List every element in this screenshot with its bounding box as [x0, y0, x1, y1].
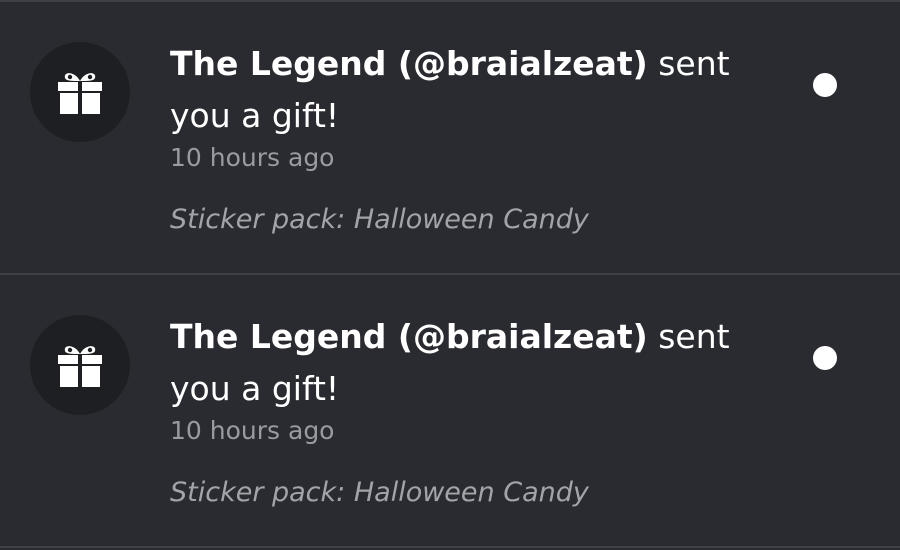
notification-content: The Legend (@braialzeat) sent you a gift…: [170, 38, 770, 238]
sender-name[interactable]: The Legend (@braialzeat): [170, 44, 648, 83]
notification-content: The Legend (@braialzeat) sent you a gift…: [170, 311, 770, 511]
gift-detail: Sticker pack: Halloween Candy: [170, 477, 589, 508]
gift-detail: Sticker pack: Halloween Candy: [170, 204, 589, 235]
unread-indicator: [813, 73, 837, 97]
notification-item[interactable]: The Legend (@braialzeat) sent you a gift…: [0, 275, 900, 545]
sender-name[interactable]: The Legend (@braialzeat): [170, 317, 648, 356]
gift-icon: [58, 73, 102, 114]
gift-avatar: [30, 315, 130, 415]
gift-avatar: [30, 42, 130, 142]
divider: [0, 546, 900, 548]
notification-message: The Legend (@braialzeat) sent you a gift…: [170, 311, 770, 415]
unread-indicator: [813, 346, 837, 370]
timestamp: 10 hours ago: [170, 143, 335, 172]
gift-icon: [58, 346, 102, 387]
timestamp: 10 hours ago: [170, 416, 335, 445]
notification-message: The Legend (@braialzeat) sent you a gift…: [170, 38, 770, 142]
notification-item[interactable]: The Legend (@braialzeat) sent you a gift…: [0, 2, 900, 272]
